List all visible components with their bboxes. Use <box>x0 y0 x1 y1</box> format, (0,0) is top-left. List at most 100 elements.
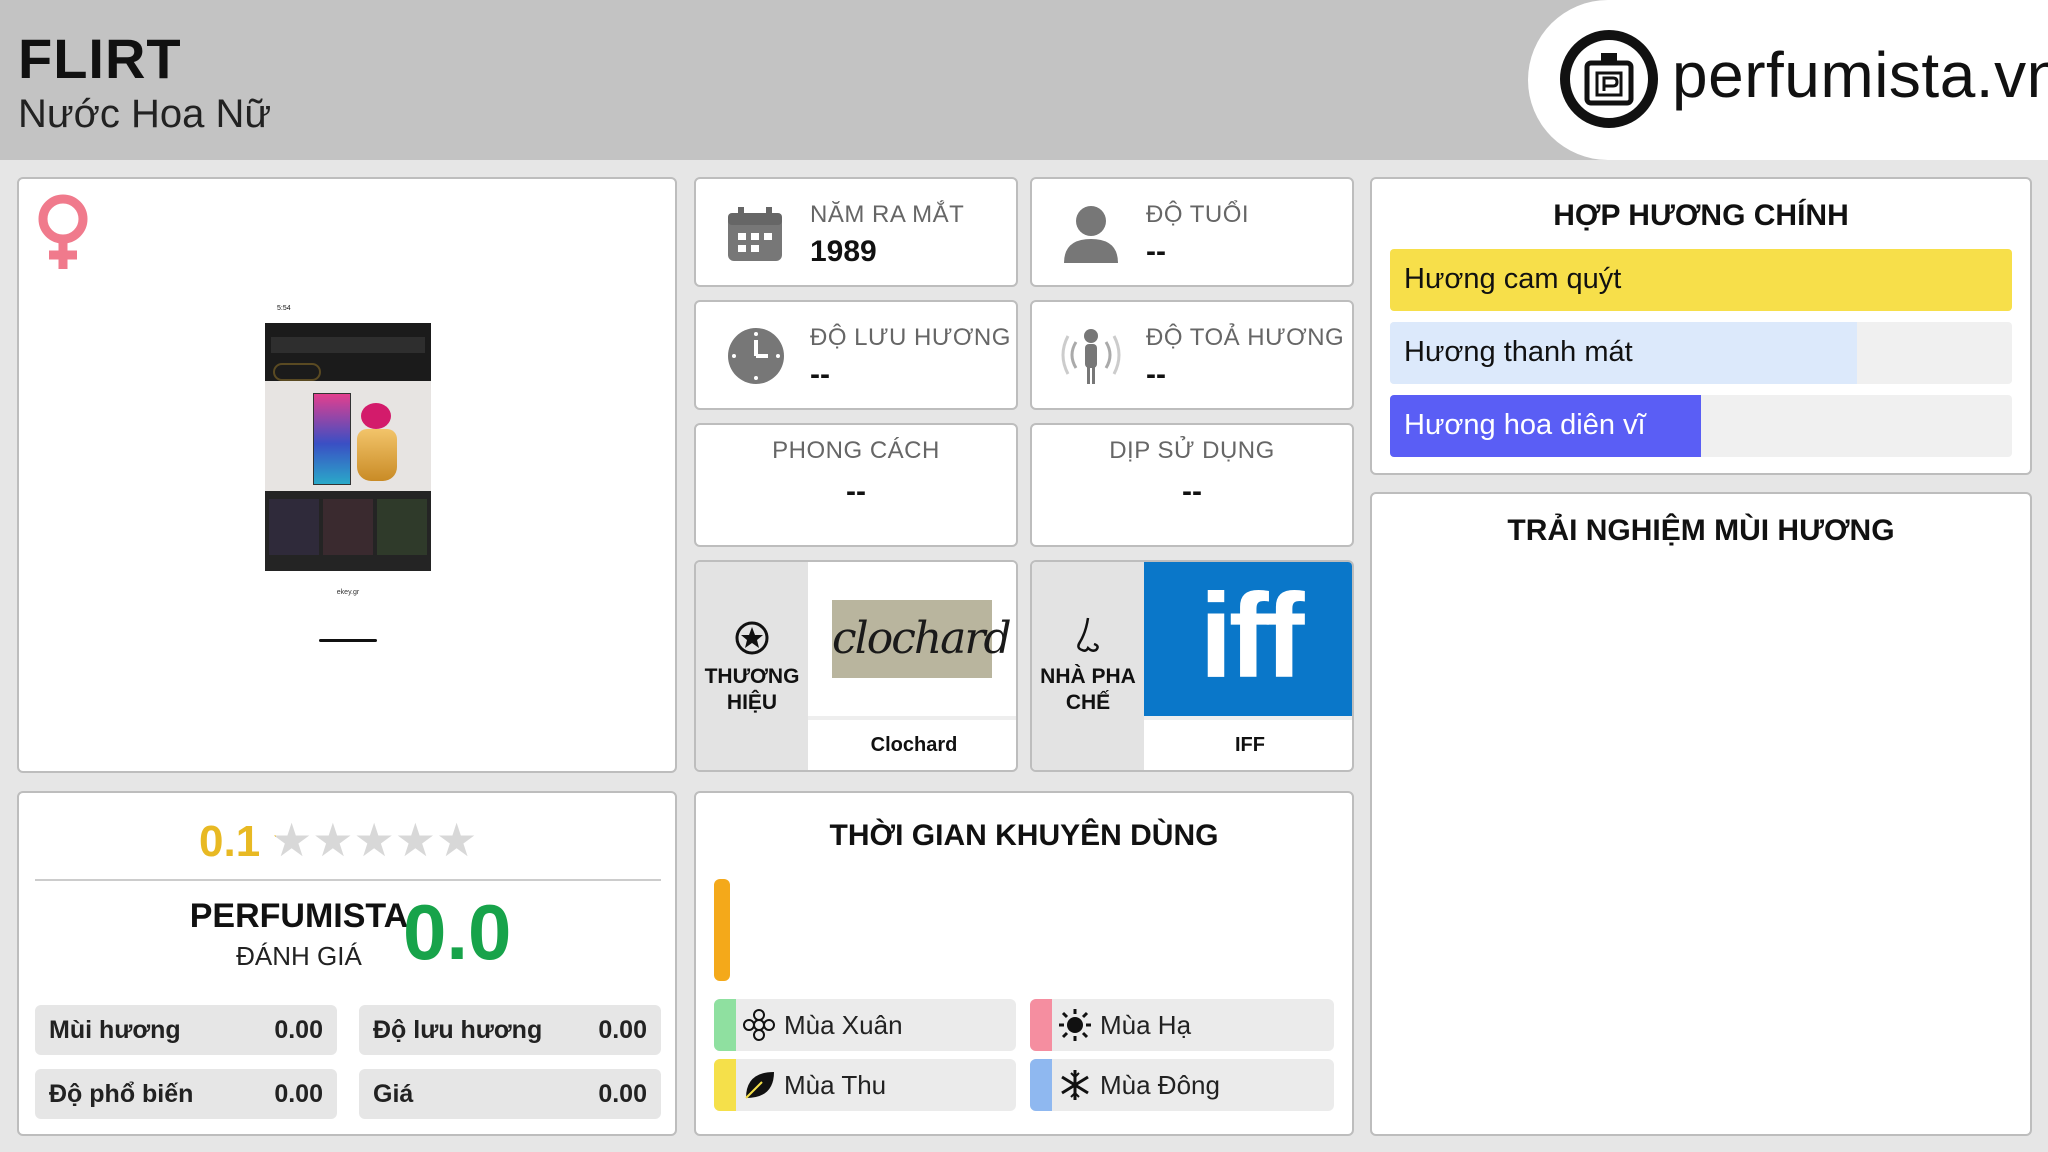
clochard-logo: clochard <box>832 600 1012 678</box>
phone-status-bar: 5:54 <box>265 301 431 323</box>
divider <box>808 716 1016 720</box>
star-icon[interactable]: ★ <box>271 814 312 866</box>
star-icon[interactable]: ★ <box>354 814 395 866</box>
product-photo[interactable]: 5:54 ekey.gr <box>265 301 431 649</box>
season-summer[interactable]: Mùa Hạ <box>1030 999 1334 1051</box>
accord-label: Hương thanh mát <box>1404 336 1633 368</box>
season-color-tab <box>714 1059 736 1111</box>
accord-bar: Hương hoa diên vĩ <box>1390 395 2012 457</box>
star-badge-icon <box>734 620 770 661</box>
rating-panel: 0.1 ★★★★★ ★★★★★ PERFUMISTA ĐÁNH GIÁ 0.0 … <box>17 791 677 1136</box>
perfume-title: FLIRT <box>18 27 182 90</box>
divider <box>1144 716 1352 720</box>
nose-icon <box>1074 616 1104 661</box>
accord-label: Hương cam quýt <box>1404 263 1622 295</box>
flower-icon <box>742 1008 776 1042</box>
review-label: ĐÁNH GIÁ <box>236 941 362 971</box>
launch-year-card: NĂM RA MẮT 1989 <box>694 177 1018 287</box>
age-value: -- <box>1146 235 1166 268</box>
longevity-label: ĐỘ LƯU HƯƠNG <box>810 324 1011 351</box>
stars-empty: ★★★★★ <box>271 813 477 867</box>
season-color-tab <box>1030 999 1052 1051</box>
accord-label: Hương hoa diên vĩ <box>1404 409 1646 441</box>
brand-logo-image: clochard <box>808 562 1016 716</box>
score-value: 0.00 <box>274 1079 323 1108</box>
brand-card[interactable]: THƯƠNG HIỆU clochard Clochard <box>694 560 1018 772</box>
perfume-box <box>313 393 351 485</box>
iff-logo: iff <box>1199 569 1304 703</box>
perfume-bottle-logo-icon <box>1560 30 1658 128</box>
score-popularity: Độ phổ biến 0.00 <box>35 1069 337 1119</box>
longevity-card: ĐỘ LƯU HƯƠNG -- <box>694 300 1018 410</box>
season-label: Mùa Hạ <box>1100 1009 1192 1040</box>
shop-search-bar <box>271 337 425 353</box>
recommended-time-panel: THỜI GIAN KHUYÊN DÙNG Mùa Xuân Mùa Hạ Mù… <box>694 791 1354 1136</box>
leaf-icon <box>742 1068 776 1102</box>
occasion-card: DỊP SỬ DỤNG -- <box>1030 423 1354 547</box>
star-rating[interactable]: ★★★★★ ★★★★★ <box>271 813 501 869</box>
star-icon[interactable]: ★ <box>395 814 436 866</box>
perfume-bottle <box>357 429 397 481</box>
score-value: 0.00 <box>598 1015 647 1044</box>
experience-title: TRẢI NGHIỆM MÙI HƯƠNG <box>1507 514 1895 547</box>
star-icon[interactable]: ★ <box>436 814 477 866</box>
clock-icon <box>726 326 786 391</box>
perfumer-card[interactable]: NHÀ PHA CHẾ iff IFF <box>1030 560 1354 772</box>
style-value: -- <box>846 475 866 508</box>
star-icon[interactable]: ★ <box>312 814 353 866</box>
perfumer-logo-image: iff <box>1144 562 1352 716</box>
perfumer-label: NHÀ PHA CHẾ <box>1040 665 1136 714</box>
longevity-value: -- <box>810 358 830 391</box>
thumbnail[interactable] <box>323 499 373 555</box>
occasion-label: DỊP SỬ DỤNG <box>1109 437 1275 464</box>
age-card: ĐỘ TUỔI -- <box>1030 177 1354 287</box>
accord-bar: Hương cam quýt <box>1390 249 2012 311</box>
sillage-label: ĐỘ TOẢ HƯƠNG <box>1146 324 1345 351</box>
accord-bar: Hương thanh mát <box>1390 322 2012 384</box>
score-label: Mùi hương <box>49 1015 181 1044</box>
accords-list: Hương cam quýt Hương thanh mát Hương hoa… <box>1390 249 2012 457</box>
site-logo-text[interactable]: perfumista.vn <box>1672 38 2048 112</box>
score-price: Giá 0.00 <box>359 1069 661 1119</box>
scent-experience-panel: TRẢI NGHIỆM MÙI HƯƠNG <box>1370 492 2032 1136</box>
user-score: 0.1 <box>199 817 261 866</box>
shop-logo <box>273 363 321 381</box>
thumbnail[interactable] <box>377 499 427 555</box>
perfumer-name[interactable]: IFF <box>1144 734 1352 757</box>
sun-icon <box>1058 1008 1092 1042</box>
perfumer-label-area: NHÀ PHA CHẾ <box>1032 562 1144 770</box>
score-label: Độ phổ biến <box>49 1079 194 1108</box>
thumbnail[interactable] <box>269 499 319 555</box>
perfumista-label: PERFUMISTA <box>189 897 409 935</box>
sillage-person-icon <box>1058 322 1124 393</box>
perfume-category: Nước Hoa Nữ <box>18 92 272 136</box>
calendar-icon <box>726 205 784 268</box>
brand-label: THƯƠNG HIỆU <box>704 665 800 714</box>
style-card: PHONG CÁCH -- <box>694 423 1018 547</box>
score-longevity: Độ lưu hương 0.00 <box>359 1005 661 1055</box>
season-spring[interactable]: Mùa Xuân <box>714 999 1016 1051</box>
score-scent: Mùi hương 0.00 <box>35 1005 337 1055</box>
season-color-tab <box>714 999 736 1051</box>
person-icon <box>1062 203 1120 270</box>
score-value: 0.00 <box>598 1079 647 1108</box>
brand-name[interactable]: Clochard <box>808 734 1016 757</box>
stars-filled: ★★★★★ <box>271 813 276 867</box>
main-accords-panel: HỢP HƯƠNG CHÍNH Hương cam quýt Hương tha… <box>1370 177 2032 475</box>
season-label: Mùa Đông <box>1100 1069 1220 1100</box>
perfume-cap <box>361 403 391 429</box>
accords-title: HỢP HƯƠNG CHÍNH <box>1553 199 1849 232</box>
perfumista-score: 0.0 <box>403 888 512 976</box>
score-label: Giá <box>373 1079 414 1108</box>
launch-year-label: NĂM RA MẮT <box>810 201 965 228</box>
sillage-value: -- <box>1146 358 1166 391</box>
browser-url: ekey.gr <box>336 589 360 596</box>
home-indicator <box>319 639 377 642</box>
score-value: 0.00 <box>274 1015 323 1044</box>
season-winter[interactable]: Mùa Đông <box>1030 1059 1334 1111</box>
style-label: PHONG CÁCH <box>772 437 940 464</box>
brand-label-area: THƯƠNG HIỆU <box>696 562 808 770</box>
season-autumn[interactable]: Mùa Thu <box>714 1059 1016 1111</box>
snowflake-icon <box>1058 1068 1092 1102</box>
season-label: Mùa Thu <box>784 1069 887 1100</box>
